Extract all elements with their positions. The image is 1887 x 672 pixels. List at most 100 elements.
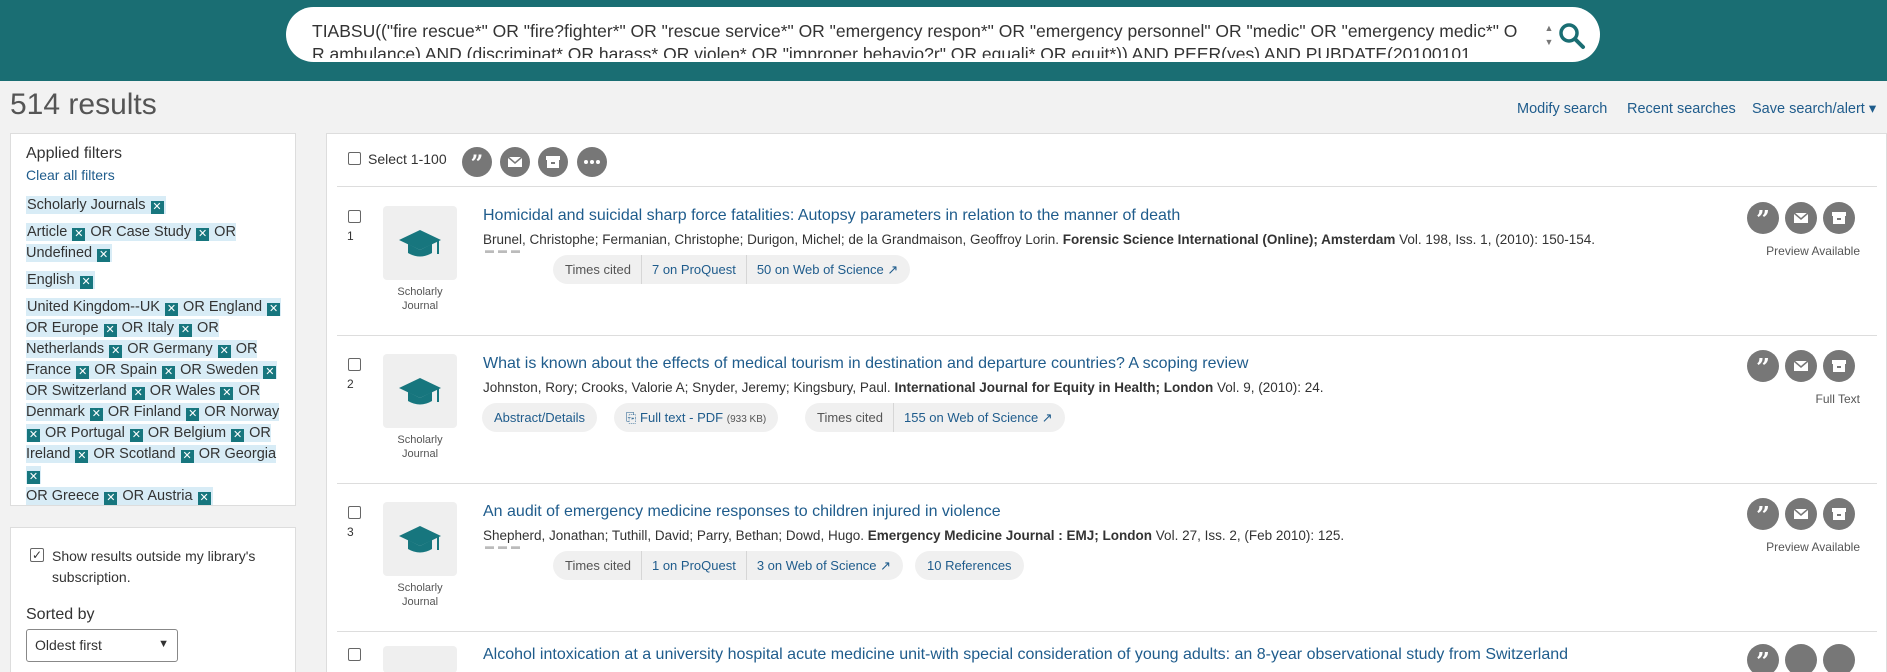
more-icon [584,160,600,164]
filter-chip-label: OR Italy [121,320,174,336]
save-to-folder-button[interactable] [1823,202,1855,234]
remove-filter-icon[interactable]: ✕ [89,408,103,421]
clear-all-filters-link[interactable]: Clear all filters [26,167,115,183]
web-of-science-link[interactable]: 50 on Web of Science [757,262,884,277]
filter-chip-label: OR Portugal [45,425,125,441]
remove-filter-icon[interactable]: ✕ [267,303,281,316]
top-search-bar: TIABSU(("fire rescue*" OR "fire?fighter*… [0,0,1887,81]
scholarly-journal-thumbnail[interactable] [383,206,457,280]
cite-button[interactable]: ” [1747,350,1779,382]
email-button[interactable] [1785,350,1817,382]
remove-filter-icon[interactable]: ✕ [179,324,193,337]
remove-filter-icon[interactable]: ✕ [72,228,86,241]
cite-button[interactable]: ” [1747,644,1779,672]
filter-chip-label: OR [235,341,258,357]
result-checkbox[interactable] [348,210,361,223]
save-to-folder-button[interactable] [1823,350,1855,382]
result-title-link[interactable]: What is known about the effects of medic… [483,355,1248,373]
search-button[interactable] [1556,21,1588,51]
save-to-folder-button[interactable] [538,147,568,177]
remove-filter-icon[interactable]: ✕ [162,366,176,379]
save-to-folder-button[interactable] [1823,498,1855,530]
availability-label: Full Text [1815,392,1860,406]
remove-filter-icon[interactable]: ✕ [186,408,200,421]
filter-group-language: English ✕ [26,270,95,291]
remove-filter-icon[interactable]: ✕ [231,429,245,442]
remove-filter-icon[interactable]: ✕ [180,450,194,463]
abstract-details-link[interactable]: Abstract/Details [494,410,585,425]
scholarly-journal-thumbnail[interactable] [383,502,457,576]
references-pill[interactable]: 10 References [915,551,1024,580]
scholarly-journal-thumbnail[interactable] [383,646,457,672]
remove-filter-icon[interactable]: ✕ [217,345,231,358]
email-button[interactable] [1785,498,1817,530]
loading-dots: ▬▬▬ [485,541,524,551]
remove-filter-icon[interactable]: ✕ [76,366,90,379]
remove-filter-icon[interactable]: ✕ [165,303,179,316]
remove-filter-icon[interactable]: ✕ [27,429,40,442]
archive-box-icon [546,156,560,168]
references-link[interactable]: 10 References [927,558,1012,573]
full-text-pdf-button[interactable]: ⎘ Full text - PDF (933 KB) [614,403,779,432]
select-all-checkbox[interactable] [348,152,361,165]
filter-chip-label: Scholarly Journals [27,197,146,213]
filter-chip-label: OR England [183,299,263,315]
recent-searches-link[interactable]: Recent searches [1627,101,1736,117]
email-button[interactable] [1785,644,1817,672]
svg-text:”: ” [1756,501,1770,530]
full-text-pdf-link[interactable]: Full text - PDF [640,410,723,425]
result-checkbox[interactable] [348,648,361,661]
search-query-text[interactable]: TIABSU(("fire rescue*" OR "fire?fighter*… [312,20,1527,58]
cite-button[interactable]: ” [1747,498,1779,530]
result-checkbox[interactable] [348,358,361,371]
result-item: 2 Scholarly Journal What is known about … [327,335,1887,483]
filter-chip-label: Undefined [26,245,93,261]
remove-filter-icon[interactable]: ✕ [263,366,277,379]
result-citation: Brunel, Christophe; Fermanian, Christoph… [483,232,1595,247]
filter-chip-label: Denmark [26,404,85,420]
save-search-alert-dropdown[interactable]: Save search/alert ▾ [1752,101,1876,117]
remove-filter-icon[interactable]: ✕ [196,228,210,241]
cite-button[interactable]: ” [462,147,492,177]
remove-filter-icon[interactable]: ✕ [220,387,234,400]
remove-filter-icon[interactable]: ✕ [197,492,211,505]
filter-chip-label: OR Germany [127,341,213,357]
loading-dots: ▬▬▬ [485,245,524,255]
query-scroll-arrows[interactable]: ▲ ▼ [1542,21,1556,51]
filter-chip-label: OR Europe [26,320,99,336]
remove-filter-icon[interactable]: ✕ [79,276,93,289]
quote-icon: ” [1756,501,1770,530]
remove-filter-icon[interactable]: ✕ [27,471,40,484]
result-title-link[interactable]: Homicidal and suicidal sharp force fatal… [483,207,1180,225]
email-button[interactable] [500,147,530,177]
remove-filter-icon[interactable]: ✕ [103,324,117,337]
scholarly-journal-thumbnail[interactable] [383,354,457,428]
search-box[interactable]: TIABSU(("fire rescue*" OR "fire?fighter*… [286,7,1600,62]
remove-filter-icon[interactable]: ✕ [75,450,89,463]
result-title-link[interactable]: An audit of emergency medicine responses… [483,503,1001,521]
remove-filter-icon[interactable]: ✕ [109,345,123,358]
proquest-citations-link[interactable]: 7 on ProQuest [652,262,736,277]
remove-filter-icon[interactable]: ✕ [97,249,111,262]
save-to-folder-button[interactable] [1823,644,1855,672]
sort-select[interactable]: Oldest first ▼ [26,629,178,662]
remove-filter-icon[interactable]: ✕ [150,201,164,214]
proquest-citations-link[interactable]: 1 on ProQuest [652,558,736,573]
remove-filter-icon[interactable]: ✕ [129,429,143,442]
modify-search-link[interactable]: Modify search [1517,101,1607,117]
email-button[interactable] [1785,202,1817,234]
cite-button[interactable]: ” [1747,202,1779,234]
remove-filter-icon[interactable]: ✕ [104,492,118,505]
quote-icon: ” [1756,647,1770,672]
show-outside-checkbox[interactable]: ✓ [30,548,44,562]
select-all-label: Select 1-100 [368,151,447,167]
web-of-science-link[interactable]: 155 on Web of Science [904,410,1038,425]
web-of-science-link[interactable]: 3 on Web of Science [757,558,877,573]
more-actions-button[interactable] [577,147,607,177]
filter-chip-label: OR [197,320,219,336]
abstract-details-button[interactable]: Abstract/Details [482,403,598,432]
remove-filter-icon[interactable]: ✕ [131,387,145,400]
result-title-link[interactable]: Alcohol intoxication at a university hos… [483,646,1568,664]
result-checkbox[interactable] [348,506,361,519]
result-journal: International Journal for Equity in Heal… [894,380,1214,395]
